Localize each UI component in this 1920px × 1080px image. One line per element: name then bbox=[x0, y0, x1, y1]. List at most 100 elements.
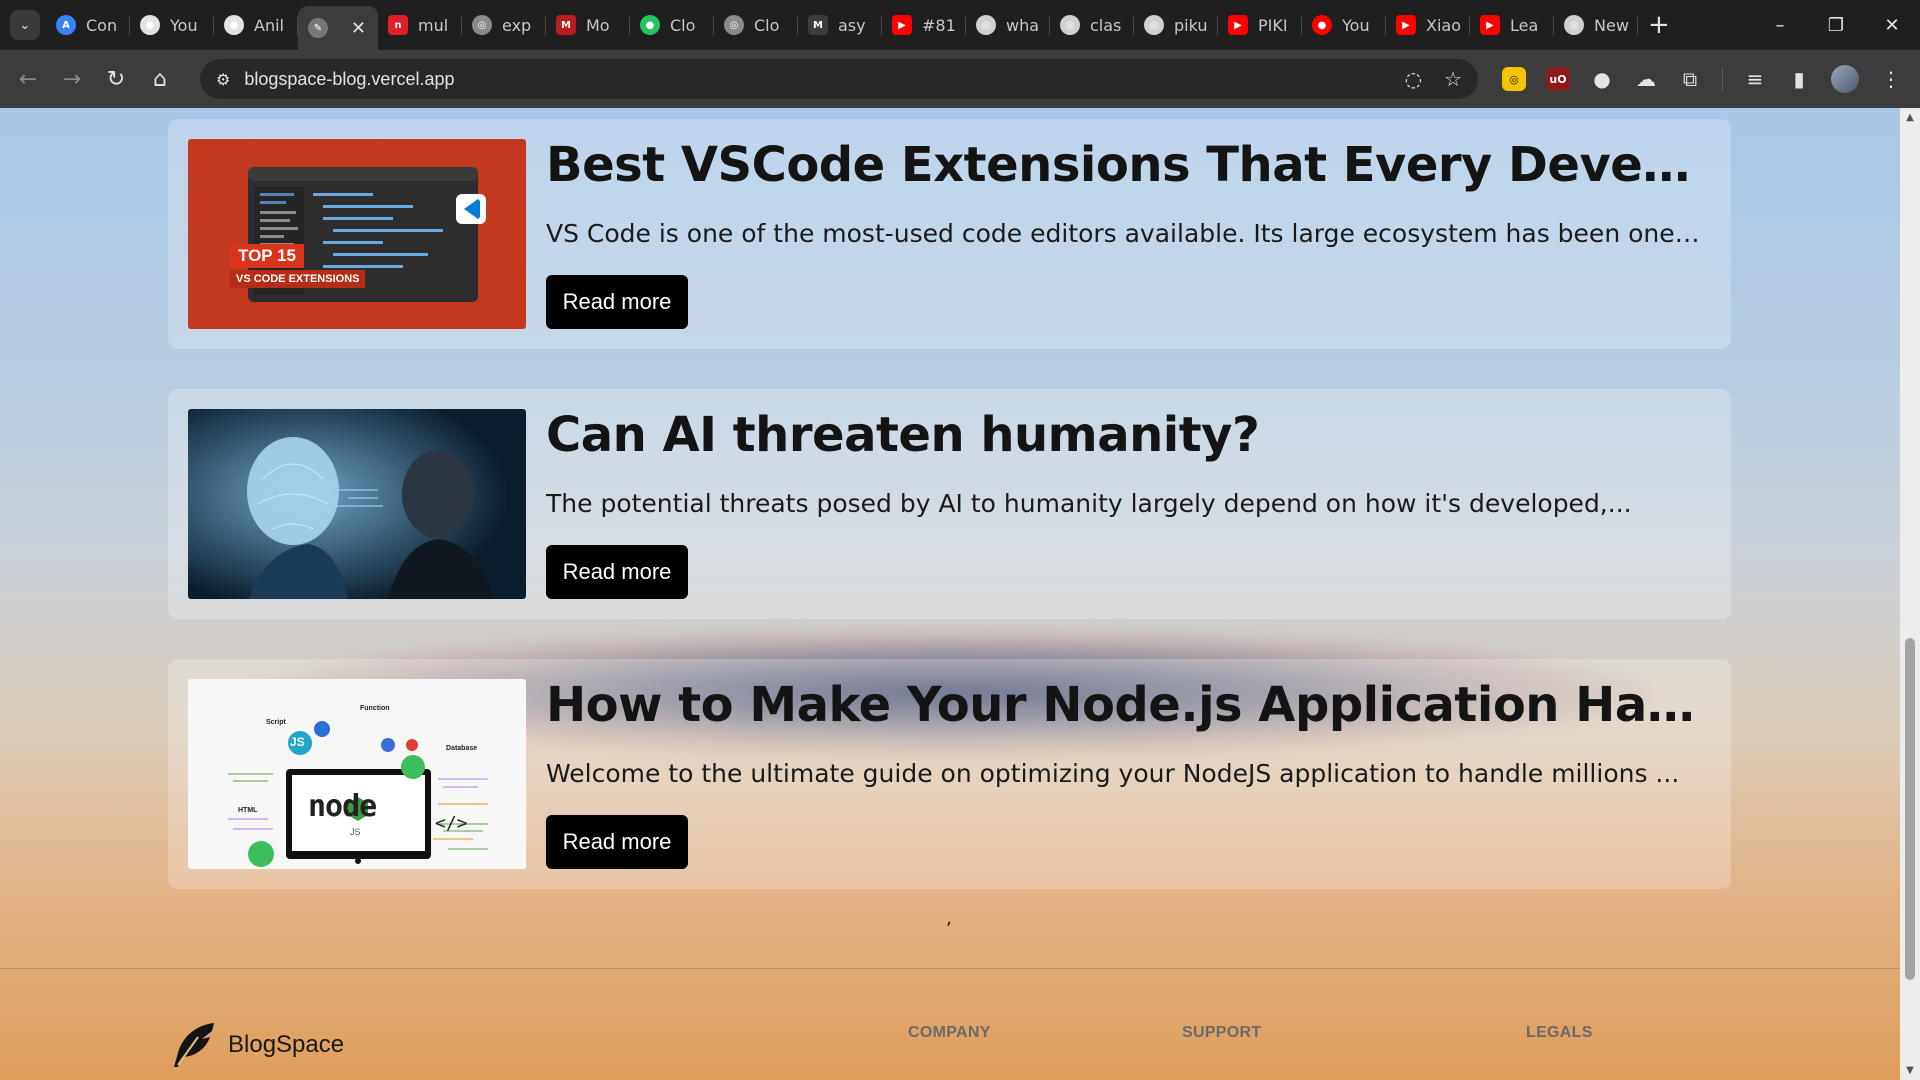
browser-tab[interactable]: ◎ Clo bbox=[714, 0, 798, 50]
browser-tab[interactable]: ▶ Lea bbox=[1470, 0, 1554, 50]
read-more-button[interactable]: Read more bbox=[546, 545, 688, 599]
forward-button[interactable]: → bbox=[50, 59, 94, 99]
url-text[interactable]: blogspace-blog.vercel.app bbox=[244, 69, 454, 90]
browser-tab[interactable]: ◎ wha bbox=[966, 0, 1050, 50]
browser-tab[interactable]: ◎ exp bbox=[462, 0, 546, 50]
read-more-button[interactable]: Read more bbox=[546, 275, 688, 329]
browser-tab[interactable]: ● Clo bbox=[630, 0, 714, 50]
tab-favicon-icon: ● bbox=[1312, 15, 1332, 35]
tab-title: Lea bbox=[1510, 15, 1539, 35]
address-bar[interactable]: ⚙ blogspace-blog.vercel.app ◌ ☆ bbox=[200, 59, 1478, 99]
puzzle-icon[interactable]: ⧉ bbox=[1678, 67, 1702, 91]
post-card: TOP 15 VS CODE EXTENSIONS Best VSCode Ex… bbox=[168, 119, 1731, 349]
diagram-node-js: JS bbox=[350, 827, 361, 837]
browser-tab[interactable]: M Mo bbox=[546, 0, 630, 50]
back-button[interactable]: ← bbox=[6, 59, 50, 99]
browser-tab[interactable]: ✎ ✕ bbox=[298, 6, 378, 50]
scroll-down-arrow-icon[interactable]: ▼ bbox=[1903, 1065, 1917, 1076]
read-more-button[interactable]: Read more bbox=[546, 815, 688, 869]
ublock-icon[interactable]: uO bbox=[1546, 67, 1570, 91]
tab-title: exp bbox=[502, 15, 532, 35]
scrollbar-thumb[interactable] bbox=[1905, 638, 1915, 980]
tab-title: piku bbox=[1174, 15, 1208, 35]
bookmark-star-icon[interactable]: ☆ bbox=[1444, 67, 1462, 91]
tab-title: wha bbox=[1006, 15, 1040, 35]
browser-tab[interactable]: ▶ PIKI bbox=[1218, 0, 1302, 50]
diagram-label-js-bubble: JS bbox=[290, 735, 305, 749]
thumbnail-badge: TOP 15 bbox=[230, 244, 304, 268]
tab-favicon-icon: ● bbox=[640, 15, 660, 35]
tab-favicon-icon: M bbox=[808, 15, 828, 35]
post-excerpt: Welcome to the ultimate guide on optimiz… bbox=[546, 759, 1680, 788]
brand-name[interactable]: BlogSpace bbox=[228, 1031, 344, 1059]
close-window-icon[interactable]: ✕ bbox=[1864, 0, 1920, 50]
diagram-label-database: Database bbox=[446, 745, 478, 752]
page-scrollbar[interactable]: ▲ ▼ bbox=[1900, 108, 1920, 1080]
tab-search-button[interactable]: ⌄ bbox=[10, 10, 40, 40]
tab-title: Mo bbox=[586, 15, 610, 35]
tab-favicon-icon: n bbox=[388, 15, 408, 35]
tab-close-icon[interactable]: ✕ bbox=[351, 18, 366, 39]
scroll-up-arrow-icon[interactable]: ▲ bbox=[1903, 112, 1917, 123]
side-panel-icon[interactable]: ▮ bbox=[1787, 67, 1811, 91]
thumbnail-badge-sub: VS CODE EXTENSIONS bbox=[230, 270, 366, 288]
tab-strip: ⌄ A Con ● You ● Anil ✎ ✕ n mul ◎ exp M Mo ● Clo ◎ Clo Masy… bbox=[0, 0, 1920, 50]
tab-favicon-icon: ▶ bbox=[1396, 15, 1416, 35]
menu-dots-icon[interactable]: ⋮ bbox=[1879, 67, 1903, 91]
tab-title: Clo bbox=[670, 15, 696, 35]
tab-favicon-icon: ◎ bbox=[1144, 15, 1164, 35]
feather-logo-icon[interactable] bbox=[168, 1019, 220, 1071]
browser-tab[interactable]: ● You bbox=[1302, 0, 1386, 50]
diagram-code-symbol: </> bbox=[435, 813, 468, 834]
toolbar-divider bbox=[1722, 67, 1723, 91]
browser-tab[interactable]: ◎ piku bbox=[1134, 0, 1218, 50]
minimize-icon[interactable]: – bbox=[1752, 0, 1808, 50]
reload-button[interactable]: ↻ bbox=[94, 59, 138, 99]
browser-tab[interactable]: A Con bbox=[46, 0, 130, 50]
chevron-down-icon: ⌄ bbox=[19, 17, 31, 33]
eye-off-icon[interactable]: ◌ bbox=[1405, 67, 1422, 91]
extension-yellow-icon[interactable]: ◎ bbox=[1502, 67, 1526, 91]
site-info-icon[interactable]: ⚙ bbox=[216, 70, 230, 89]
browser-tab[interactable]: Masy bbox=[798, 0, 882, 50]
browser-tab[interactable]: n mul bbox=[378, 0, 462, 50]
browser-toolbar: ← → ↻ ⌂ ⚙ blogspace-blog.vercel.app ◌ ☆ … bbox=[0, 50, 1920, 108]
window-controls: – ❐ ✕ bbox=[1752, 0, 1920, 50]
post-title[interactable]: Can AI threaten humanity? bbox=[546, 407, 1706, 463]
footer-heading-support: SUPPORT bbox=[1182, 1024, 1262, 1041]
cloud-icon[interactable]: ☁ bbox=[1634, 67, 1658, 91]
tab-favicon-icon: ◎ bbox=[724, 15, 744, 35]
tab-title: You bbox=[1342, 15, 1370, 35]
tab-favicon-icon: A bbox=[56, 15, 76, 35]
browser-tab[interactable]: ◎ New bbox=[1554, 0, 1638, 50]
page-viewport: TOP 15 VS CODE EXTENSIONS Best VSCode Ex… bbox=[0, 108, 1920, 1080]
post-thumbnail-vscode[interactable]: TOP 15 VS CODE EXTENSIONS bbox=[188, 139, 526, 329]
browser-tab[interactable]: ▶ #81 bbox=[882, 0, 966, 50]
new-tab-button[interactable]: + bbox=[1648, 10, 1670, 40]
post-thumbnail-nodejs[interactable]: Script Function Database HTML JS node JS… bbox=[188, 679, 526, 869]
tab-title: Clo bbox=[754, 15, 780, 35]
post-title[interactable]: Best VSCode Extensions That Every Develo… bbox=[546, 137, 1706, 193]
site-footer: BlogSpace COMPANY SUPPORT LEGALS bbox=[0, 968, 1920, 1080]
diagram-node-logo: node bbox=[308, 789, 377, 824]
tab-title: PIKI bbox=[1258, 15, 1288, 35]
tab-favicon-icon: M bbox=[556, 15, 576, 35]
tab-title: #81 bbox=[922, 15, 956, 35]
tab-favicon-icon: ◎ bbox=[976, 15, 996, 35]
stray-text: , bbox=[946, 908, 952, 929]
tab-favicon-icon: ● bbox=[140, 15, 160, 35]
profile-avatar[interactable] bbox=[1831, 65, 1859, 93]
tab-list: A Con ● You ● Anil ✎ ✕ n mul ◎ exp M Mo ● Clo ◎ Clo Masy ▶ #… bbox=[46, 0, 1638, 50]
post-thumbnail-ai[interactable] bbox=[188, 409, 526, 599]
home-button[interactable]: ⌂ bbox=[138, 59, 182, 99]
browser-tab[interactable]: ▶ Xiao bbox=[1386, 0, 1470, 50]
browser-tab[interactable]: ◎ clas bbox=[1050, 0, 1134, 50]
extension-bulb-icon[interactable]: ● bbox=[1590, 67, 1614, 91]
post-title[interactable]: How to Make Your Node.js Application Han… bbox=[546, 677, 1706, 733]
restore-icon[interactable]: ❐ bbox=[1808, 0, 1864, 50]
diagram-label-html: HTML bbox=[238, 807, 258, 814]
browser-tab[interactable]: ● Anil bbox=[214, 0, 298, 50]
browser-tab[interactable]: ● You bbox=[130, 0, 214, 50]
tab-title: asy bbox=[838, 15, 866, 35]
media-queue-icon[interactable]: ≡ bbox=[1743, 67, 1767, 91]
